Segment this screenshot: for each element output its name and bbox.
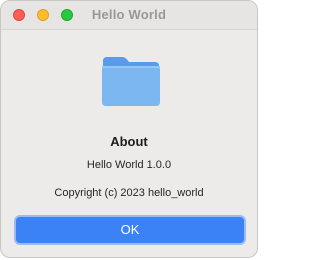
about-heading: About bbox=[110, 134, 148, 149]
window-title: Hello World bbox=[91, 7, 167, 22]
about-content: About Hello World 1.0.0 Copyright (c) 20… bbox=[1, 30, 257, 257]
version-text: Hello World 1.0.0 bbox=[86, 159, 172, 171]
about-window: Hello World About Hello World 1.0.0 Copy… bbox=[0, 0, 258, 258]
copyright-text: Copyright (c) 2023 hello_world bbox=[54, 187, 204, 199]
title-bar[interactable]: Hello World bbox=[1, 1, 257, 30]
ok-button[interactable]: OK bbox=[14, 215, 246, 245]
folder-icon bbox=[102, 57, 160, 106]
